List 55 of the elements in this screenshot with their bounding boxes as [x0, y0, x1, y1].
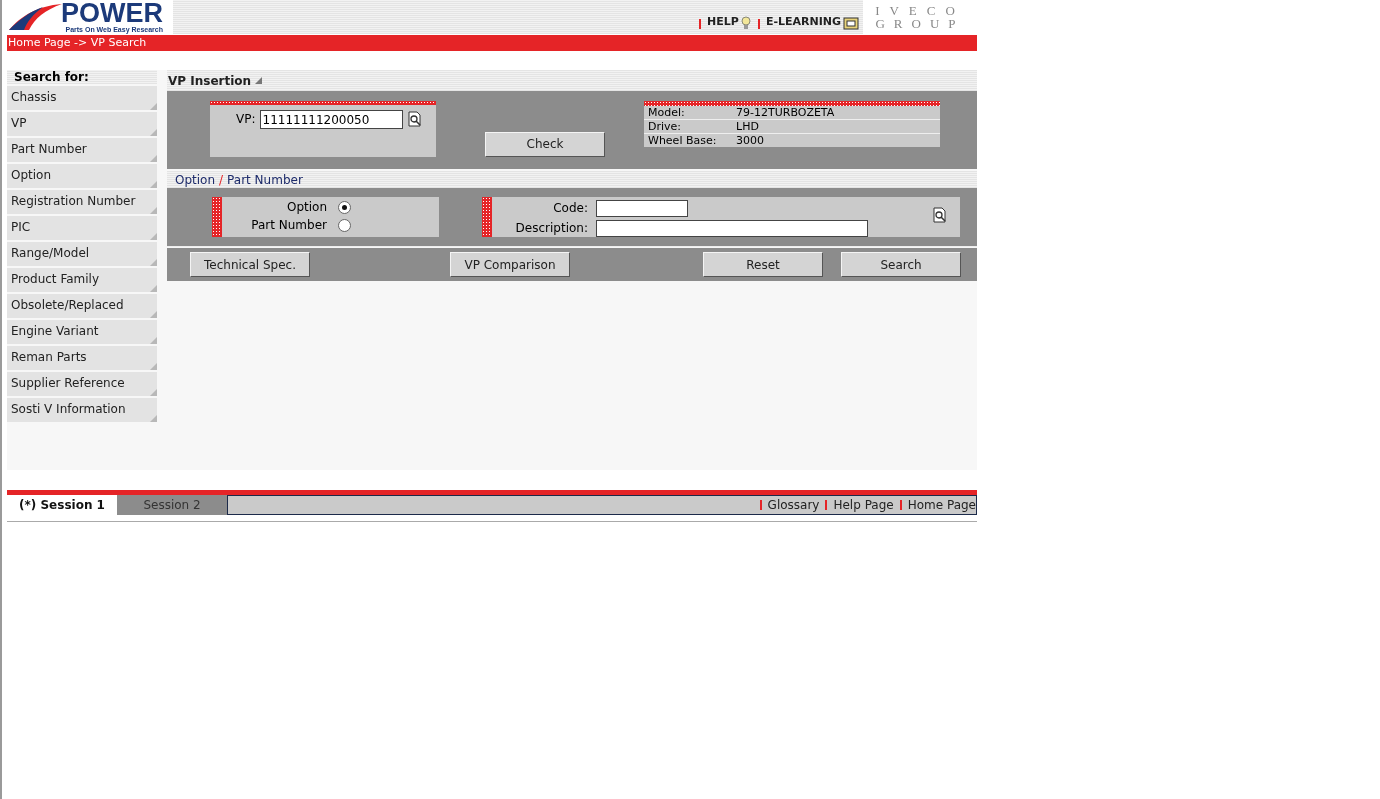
sidebar-item[interactable]: Obsolete/Replaced	[7, 294, 157, 318]
breadcrumb-bar: Home Page -> VP Search	[7, 35, 977, 51]
section-title: VP Insertion	[167, 72, 252, 90]
header-link[interactable]: HELP	[707, 13, 739, 30]
group-logo: IVECO GROUP	[863, 0, 977, 34]
subsection-title: Option	[175, 171, 216, 189]
action-button[interactable]: Search	[841, 252, 961, 278]
swoosh-icon	[7, 2, 63, 32]
sidebar-item[interactable]: Sosti V Information	[7, 398, 157, 422]
radio-button[interactable]	[338, 218, 351, 232]
text-input-field[interactable]	[596, 199, 688, 217]
info-label: Model:	[648, 106, 686, 119]
lightbulb-icon	[740, 16, 751, 30]
radio-button[interactable]	[338, 200, 351, 214]
info-value: 3000	[736, 134, 764, 147]
sidebar-title: Search for:	[7, 70, 157, 84]
separator-slash: /	[219, 171, 224, 189]
text-input-field[interactable]	[596, 219, 868, 237]
dotted-stripe	[482, 197, 492, 237]
sidebar-item[interactable]: PIC	[7, 216, 157, 240]
info-value: LHD	[736, 120, 759, 133]
action-button[interactable]: VP Comparison	[450, 252, 570, 278]
sidebar-item[interactable]: Registration Number	[7, 190, 157, 214]
action-button[interactable]: Check	[485, 131, 605, 157]
action-button[interactable]: Technical Spec.	[190, 252, 310, 278]
sidebar-item[interactable]: Option	[7, 164, 157, 188]
search-icon[interactable]	[406, 111, 423, 127]
sidebar-item[interactable]: Range/Model	[7, 242, 157, 266]
vp-input-field[interactable]: 11111111200050	[259, 110, 403, 129]
sidebar-item[interactable]: Chassis	[7, 86, 157, 110]
dotted-stripe	[212, 197, 222, 237]
search-icon[interactable]	[932, 207, 948, 223]
triangle-icon	[255, 77, 263, 84]
sidebar-item[interactable]: Product Family	[7, 268, 157, 292]
sidebar-item[interactable]: VP	[7, 112, 157, 136]
info-label: Drive:	[648, 120, 683, 133]
footer-link[interactable]: Help Page	[833, 496, 894, 514]
action-button[interactable]: Reset	[703, 252, 823, 278]
sidebar-item[interactable]: Part Number	[7, 138, 157, 162]
info-label: Wheel Base:	[648, 134, 718, 147]
footer-link[interactable]: Glossary	[767, 496, 820, 514]
folder-icon	[843, 16, 859, 30]
footer-link[interactable]: Home Page	[907, 496, 976, 514]
field-label: Code:	[552, 200, 588, 217]
sidebar-item[interactable]: Supplier Reference	[7, 372, 157, 396]
radio-label: Option	[286, 200, 327, 214]
header-link[interactable]: E-LEARNING	[765, 13, 841, 30]
session-tab[interactable]: Session 2	[117, 495, 227, 515]
radio-label: Part Number	[251, 218, 327, 232]
subsection-title: Part Number	[227, 171, 303, 189]
field-label: Description:	[514, 220, 588, 237]
info-value: 79-12TURBOZETA	[736, 106, 835, 119]
sidebar-item[interactable]: Reman Parts	[7, 346, 157, 370]
vp-label: VP:	[236, 111, 256, 128]
sidebar-item[interactable]: Engine Variant	[7, 320, 157, 344]
